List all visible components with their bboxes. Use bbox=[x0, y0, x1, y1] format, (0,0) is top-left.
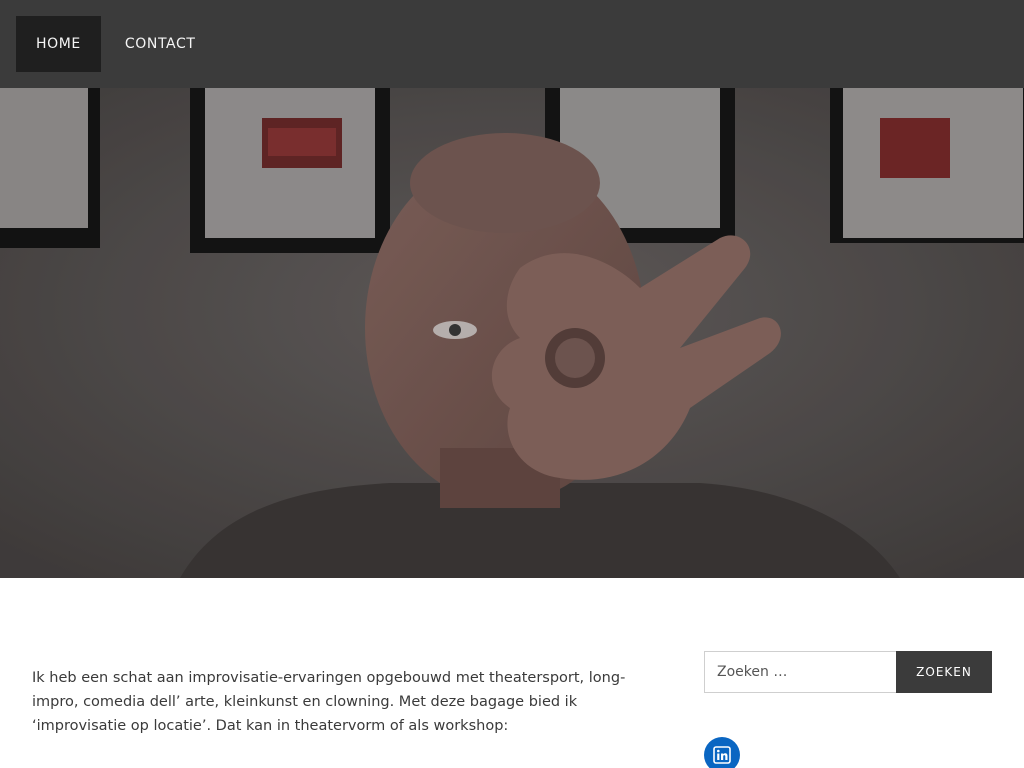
search-button[interactable]: ZOEKEN bbox=[896, 651, 992, 693]
intro-paragraph: Ik heb een schat aan improvisatie-ervari… bbox=[32, 670, 626, 734]
sidebar: ZOEKEN bbox=[704, 651, 992, 768]
hero-photo-illustration bbox=[0, 88, 1024, 578]
hero-image bbox=[0, 88, 1024, 578]
main-menu: HOME CONTACT bbox=[16, 16, 215, 72]
nav-item-home[interactable]: HOME bbox=[16, 16, 101, 72]
linkedin-glyph bbox=[713, 746, 731, 764]
top-navigation-bar: HOME CONTACT bbox=[0, 0, 1024, 88]
nav-item-contact[interactable]: CONTACT bbox=[105, 16, 216, 72]
linkedin-icon[interactable] bbox=[704, 737, 740, 768]
search-form: ZOEKEN bbox=[704, 651, 992, 693]
search-input[interactable] bbox=[704, 651, 896, 693]
social-links bbox=[704, 737, 992, 768]
main-content: Ik heb een schat aan improvisatie-ervari… bbox=[32, 666, 632, 738]
